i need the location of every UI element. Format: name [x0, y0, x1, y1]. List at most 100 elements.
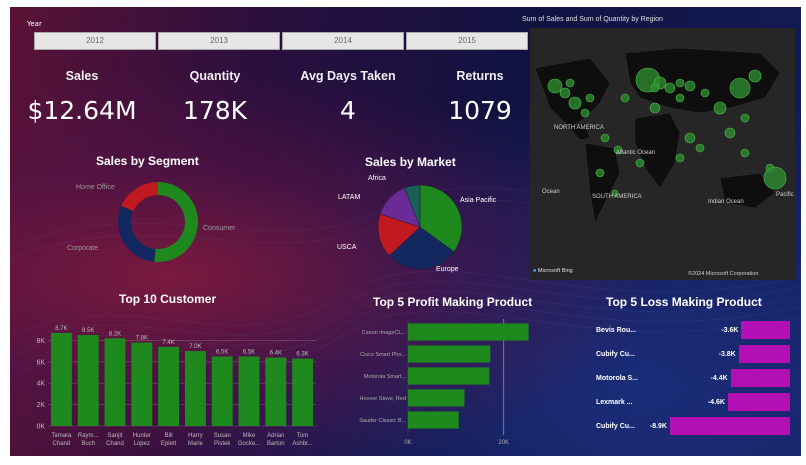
y-tick-label: 2K [36, 402, 45, 409]
loss-bar[interactable] [738, 345, 790, 363]
map-bubble[interactable] [580, 108, 590, 118]
kpi-quantity-value: 178K [182, 96, 248, 125]
profit-bar[interactable] [408, 345, 491, 363]
year-button-2013[interactable]: 2013 [158, 32, 280, 50]
map-bubble-layer [547, 67, 787, 197]
profit-bar[interactable] [408, 323, 529, 341]
map-bubble[interactable] [729, 77, 751, 99]
customer-bar[interactable] [158, 346, 180, 426]
customer-bar-value-label: 8.7K [55, 326, 67, 332]
map-bubble[interactable] [740, 148, 750, 158]
customer-bar-value-label: 6.5K [243, 349, 255, 355]
customer-bar[interactable] [104, 338, 126, 426]
customer-bar-value-label: 7.0K [189, 344, 201, 350]
loss-bar[interactable] [741, 321, 790, 339]
profit-product-label: Hoover Stove, Red [360, 396, 406, 402]
customer-bar[interactable] [211, 356, 233, 426]
map-bubble[interactable] [700, 88, 710, 98]
kpi-returns-value: 1079 [448, 96, 512, 125]
segment-slice-corporate[interactable] [118, 205, 156, 262]
loss-bar-value-label: -3.6K [721, 327, 739, 334]
year-button-2012[interactable]: 2012 [34, 32, 156, 50]
map-bubble[interactable] [620, 93, 630, 103]
map-bubble[interactable] [684, 80, 696, 92]
market-pie-chart[interactable] [350, 172, 510, 287]
map-label-south-america: SOUTH AMERICA [592, 194, 642, 200]
customer-bar[interactable] [77, 335, 99, 426]
loss-bar[interactable] [730, 369, 790, 387]
profit-chart-title: Top 5 Profit Making Product [373, 295, 533, 309]
kpi-avg-days-label: Avg Days Taken [300, 69, 396, 83]
year-button-2014[interactable]: 2014 [282, 32, 404, 50]
map-bubble[interactable] [675, 93, 685, 103]
loss-bar-value-label: -4.6K [707, 399, 725, 406]
map-bubble[interactable] [635, 158, 645, 168]
customer-name-label: Hunter Lopez [133, 433, 151, 447]
market-label-asia-pacific: Asia Pacific [460, 197, 497, 204]
map-bubble[interactable] [568, 96, 582, 110]
map-label-north-america: NORTH AMERICA [554, 125, 604, 131]
customer-bar[interactable] [131, 342, 153, 426]
map-bubble[interactable] [675, 78, 685, 88]
loss-bar[interactable] [670, 417, 790, 435]
sales-region-map[interactable]: NORTH AMERICA Atlantic Ocean SOUTH AMERI… [530, 28, 795, 280]
customer-name-label: Bill Eplett [161, 433, 177, 447]
loss-product-label: Lexmark ... [596, 399, 633, 406]
year-button-2015[interactable]: 2015 [406, 32, 528, 50]
map-label-atlantic: Atlantic Ocean [616, 150, 656, 156]
map-bubble[interactable] [695, 143, 705, 153]
segment-slice-home-office[interactable] [121, 182, 158, 212]
profit-bar[interactable] [408, 411, 459, 429]
customer-bar-value-label: 8.5K [82, 328, 94, 334]
customer-bar-value-label: 8.2K [109, 331, 121, 337]
customer-bar[interactable] [238, 356, 260, 426]
y-tick-label: 4K [36, 381, 45, 388]
loss-bar[interactable] [727, 393, 790, 411]
customer-bar[interactable] [184, 351, 206, 426]
segment-chart-title: Sales by Segment [96, 154, 199, 168]
segment-slice-consumer[interactable] [154, 182, 198, 262]
customer-bar-value-label: 7.4K [162, 340, 174, 346]
customer-bar-value-label: 7.8K [136, 336, 148, 342]
map-bubble[interactable] [559, 87, 571, 99]
map-bubble[interactable] [713, 101, 727, 115]
customer-bar[interactable] [265, 357, 287, 426]
x-tick-label: 20K [498, 440, 509, 446]
map-bubble[interactable] [675, 153, 685, 163]
map-bubble[interactable] [763, 166, 787, 190]
map-bubble[interactable] [684, 132, 696, 144]
dashboard: Year 2012 2013 2014 2015 Sales $12.64M Q… [10, 7, 801, 456]
map-bubble[interactable] [565, 78, 575, 88]
profit-bar-chart[interactable]: 0K 20K Canon imageCL... Cisco Smart Pho... M… [340, 319, 545, 449]
map-label-pacific: Pacific [776, 192, 794, 198]
segment-label-home-office: Home Office [76, 184, 115, 191]
map-label-indian-ocean: Indian Ocean [708, 199, 744, 205]
map-bubble[interactable] [748, 69, 762, 83]
customer-bar-value-label: 6.3K [296, 352, 308, 358]
customer-bar[interactable] [50, 332, 72, 426]
map-bubble[interactable] [664, 82, 676, 94]
kpi-quantity-label: Quantity [189, 69, 241, 83]
customer-bar-chart[interactable]: 0K 2K 4K 6K 8K 8.7K Tamara Chand 8.5K Raym... Buch… [24, 307, 324, 455]
profit-product-label: Sauder Classic B... [359, 418, 406, 424]
x-tick-label: 0K [404, 440, 411, 446]
loss-bar-chart[interactable]: Bevis Rou... -3.6K Cubify Cu... -3.8K Motoro… [585, 317, 790, 447]
map-bubble[interactable] [595, 168, 605, 178]
customer-bar[interactable] [292, 358, 314, 426]
loss-product-label: Motorola S... [596, 375, 638, 382]
map-bubble[interactable] [650, 83, 660, 93]
map-bubble[interactable] [740, 113, 750, 123]
customer-name-label: Mike Gocke... [238, 433, 261, 447]
map-bubble[interactable] [649, 102, 661, 114]
market-label-africa: Africa [368, 175, 386, 182]
map-copyright: ©2024 Microsoft Corporation [688, 271, 759, 277]
map-bubble[interactable] [585, 93, 595, 103]
profit-bar[interactable] [408, 367, 490, 385]
customer-chart-title: Top 10 Customer [119, 292, 217, 306]
map-bubble[interactable] [600, 133, 610, 143]
kpi-avg-days-value: 4 [340, 96, 356, 125]
profit-bar[interactable] [408, 389, 465, 407]
map-bubble[interactable] [724, 127, 736, 139]
map-bubble[interactable] [547, 78, 563, 94]
customer-bar-value-label: 6.5K [216, 349, 228, 355]
